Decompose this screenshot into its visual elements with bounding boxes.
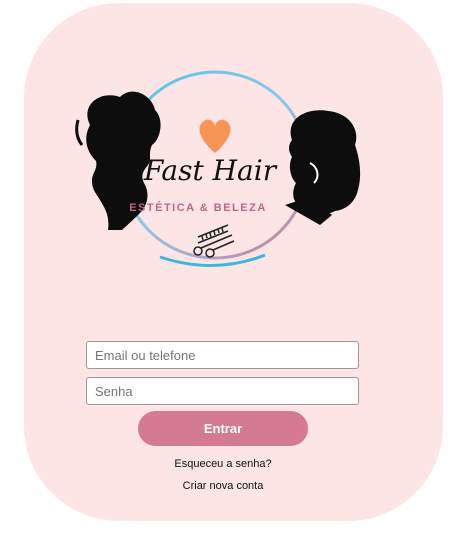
email-input[interactable] — [86, 341, 359, 369]
fast-hair-logo: Fast Hair ESTÉTICA & BELEZA — [75, 70, 361, 268]
login-button[interactable]: Entrar — [138, 411, 308, 446]
heart-icon — [199, 119, 231, 153]
brand-title: Fast Hair — [143, 154, 278, 187]
brand-tagline: ESTÉTICA & BELEZA — [129, 201, 267, 214]
comb-scissors-icon — [193, 224, 235, 258]
man-silhouette-icon — [285, 110, 361, 225]
create-account-link[interactable]: Criar nova conta — [0, 480, 446, 492]
forgot-password-link[interactable]: Esqueceu a senha? — [0, 458, 446, 470]
password-input[interactable] — [86, 377, 359, 405]
